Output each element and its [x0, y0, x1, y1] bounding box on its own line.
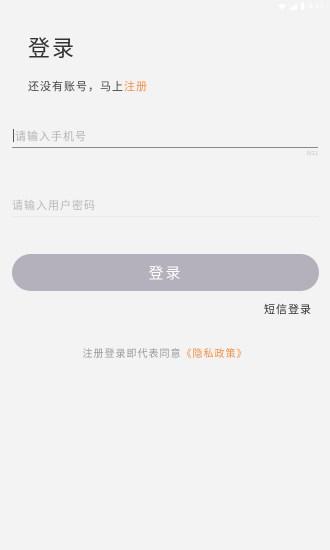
battery-icon: [301, 2, 305, 10]
login-screen: 9:17 登录 还没有账号，马上注册 0/11 登录 短信登录 注册登录即代表同…: [0, 0, 330, 550]
privacy-policy-link[interactable]: 《隐私政策》: [182, 349, 248, 360]
status-time: 9:17: [308, 1, 324, 10]
login-button[interactable]: 登录: [12, 254, 319, 291]
sms-login-link[interactable]: 短信登录: [264, 301, 312, 317]
phone-field: [12, 124, 318, 148]
phone-input[interactable]: [15, 124, 315, 148]
register-prompt-text: 还没有账号，马上: [28, 80, 124, 93]
register-link[interactable]: 注册: [124, 80, 148, 93]
signal-icon: [289, 2, 298, 10]
wifi-icon: [278, 3, 287, 10]
text-cursor: [13, 129, 14, 142]
agreement-text: 注册登录即代表同意: [82, 349, 182, 360]
status-bar: 9:17: [0, 0, 330, 12]
page-title: 登录: [28, 37, 77, 62]
phone-length-counter: 0/11: [306, 151, 318, 157]
password-input[interactable]: [12, 193, 318, 217]
register-prompt-row: 还没有账号，马上注册: [28, 78, 148, 94]
agreement-row: 注册登录即代表同意《隐私政策》: [0, 345, 330, 360]
password-field: [12, 193, 318, 217]
